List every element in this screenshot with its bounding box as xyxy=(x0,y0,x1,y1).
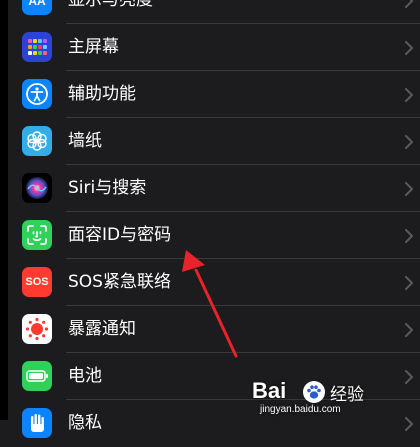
chevron-right-icon xyxy=(405,135,413,149)
chevron-right-icon xyxy=(405,417,413,431)
settings-row-face-id-passcode[interactable]: 面容ID与密码 xyxy=(0,212,420,259)
paw-logo-icon xyxy=(303,381,325,403)
settings-row-label: 主屏幕 xyxy=(68,37,119,57)
settings-row-home-screen[interactable]: 主屏幕 xyxy=(0,24,420,71)
settings-row-label: 显示与亮度 xyxy=(68,0,153,10)
settings-row-accessibility[interactable]: 辅助功能 xyxy=(0,71,420,118)
accessibility-icon xyxy=(22,79,52,109)
chevron-right-icon xyxy=(405,276,413,290)
sos-icon: SOS xyxy=(22,267,52,297)
chevron-right-icon xyxy=(405,41,413,55)
sos-icon-text: SOS xyxy=(25,276,49,288)
settings-row-label: 暴露通知 xyxy=(68,319,136,339)
wallpaper-icon xyxy=(22,126,52,156)
home-screen-icon xyxy=(22,32,52,62)
display-brightness-icon: AA xyxy=(22,0,52,15)
settings-row-label: 墙纸 xyxy=(68,131,102,151)
battery-icon xyxy=(22,361,52,391)
chevron-right-icon xyxy=(405,229,413,243)
chevron-right-icon xyxy=(405,323,413,337)
chevron-right-icon xyxy=(405,88,413,102)
siri-icon xyxy=(22,173,52,203)
settings-row-label: 辅助功能 xyxy=(68,84,136,104)
chevron-right-icon xyxy=(405,182,413,196)
screen-left-edge xyxy=(0,0,8,420)
settings-row-display-brightness[interactable]: AA 显示与亮度 xyxy=(0,0,420,24)
settings-row-label: 隐私 xyxy=(68,413,102,433)
privacy-hand-icon xyxy=(22,408,52,438)
face-id-icon xyxy=(22,220,52,250)
settings-row-wallpaper[interactable]: 墙纸 xyxy=(0,118,420,165)
settings-row-siri-search[interactable]: Siri与搜索 xyxy=(0,165,420,212)
svg-text:AA: AA xyxy=(28,0,46,8)
watermark-brand: Bai xyxy=(252,378,287,403)
settings-row-label: SOS紧急联络 xyxy=(68,272,171,292)
settings-row-label: 面容ID与密码 xyxy=(68,225,172,245)
watermark-url: jingyan.baidu.com xyxy=(260,404,341,415)
settings-row-label: 电池 xyxy=(68,366,102,386)
settings-row-label: Siri与搜索 xyxy=(68,178,147,198)
chevron-right-icon xyxy=(405,0,413,8)
watermark-brand-cn: 经验 xyxy=(330,385,364,405)
settings-row-exposure-notifications[interactable]: 暴露通知 xyxy=(0,306,420,353)
baidu-jingyan-watermark: Bai 经验 jingyan.baidu.com xyxy=(252,378,412,416)
exposure-notification-icon xyxy=(22,314,52,344)
settings-row-emergency-sos[interactable]: SOS SOS紧急联络 xyxy=(0,259,420,306)
